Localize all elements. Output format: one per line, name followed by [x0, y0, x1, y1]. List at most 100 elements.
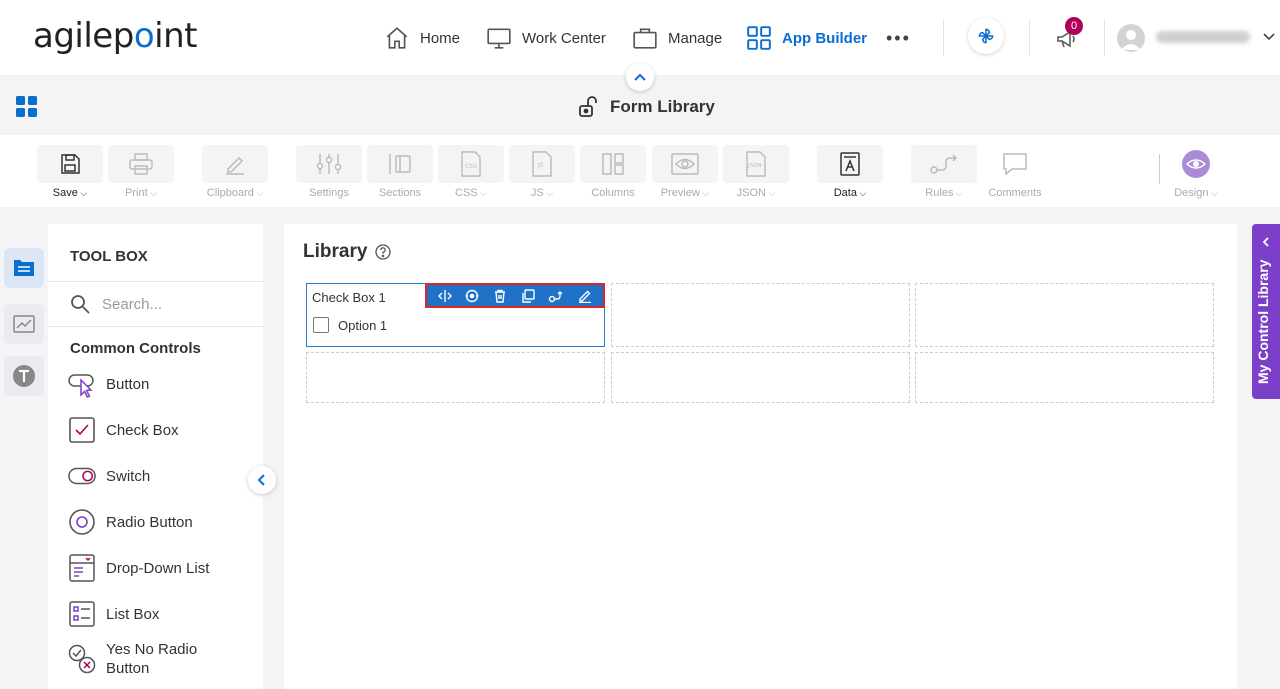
- nav-divider: [1104, 20, 1105, 56]
- rail-text-button[interactable]: [4, 356, 44, 396]
- ribbon-settings-button[interactable]: Settings: [296, 145, 362, 199]
- ribbon-print-button[interactable]: Print ⌵: [108, 145, 174, 199]
- edit-pencil-icon[interactable]: [578, 289, 592, 303]
- ribbon-rules-button[interactable]: Rules ⌵: [911, 145, 977, 199]
- preview-eye-icon: [671, 153, 699, 175]
- save-icon: [61, 154, 80, 174]
- ribbon-columns-button[interactable]: Columns: [580, 145, 646, 199]
- chevron-up-icon: [634, 73, 646, 81]
- js-file-icon: JS: [532, 151, 552, 177]
- toolbox-item-check-box[interactable]: Check Box: [68, 416, 179, 444]
- ribbon-comments-button[interactable]: Comments: [982, 145, 1048, 199]
- resize-horizontal-icon[interactable]: [437, 289, 452, 303]
- chevron-left-icon: [1262, 237, 1269, 247]
- toolbox-search-input[interactable]: Search...: [70, 294, 162, 314]
- button-cursor-icon: [68, 374, 94, 398]
- printer-icon: [129, 153, 153, 175]
- form-cell[interactable]: [915, 283, 1214, 347]
- form-cell[interactable]: [306, 352, 605, 403]
- columns-icon: [602, 153, 624, 175]
- dropdown-list-icon: [69, 554, 95, 582]
- nav-manage[interactable]: Manage: [632, 24, 722, 52]
- toggle-switch-icon: [68, 467, 96, 485]
- ribbon-data-button[interactable]: Data ⌵: [817, 145, 883, 199]
- ai-assistant-button[interactable]: [968, 18, 1004, 54]
- ribbon-design-button[interactable]: Design ⌵: [1163, 145, 1229, 199]
- more-menu-button[interactable]: •••: [886, 24, 911, 52]
- list-icon: [14, 260, 34, 276]
- form-cell[interactable]: [915, 352, 1214, 403]
- rail-toolbox-button[interactable]: [4, 248, 44, 288]
- search-icon: [71, 295, 90, 314]
- ribbon-json-button[interactable]: JSON JSON ⌵: [723, 145, 789, 199]
- chevron-left-icon: [257, 474, 265, 486]
- collapse-header-button[interactable]: [626, 63, 654, 91]
- svg-text:CSS: CSS: [465, 163, 477, 170]
- text-t-icon: [13, 365, 35, 387]
- link-rule-icon[interactable]: [548, 289, 564, 303]
- comment-icon: [1003, 153, 1027, 176]
- css-file-icon: CSS: [461, 151, 481, 177]
- svg-text:JS: JS: [537, 162, 544, 169]
- nav-divider: [1029, 20, 1030, 56]
- form-cell[interactable]: [611, 352, 910, 403]
- toolbox-item-yes-no-radio-button[interactable]: Yes No Radio Button: [68, 640, 206, 678]
- agilepoint-logo[interactable]: agilepoint: [33, 16, 197, 56]
- sections-icon: [389, 154, 411, 174]
- toolbox-item-switch[interactable]: Switch: [68, 462, 150, 490]
- ribbon-toolbar: Save ⌵ Print ⌵ Clipboard ⌵ Settings Sect…: [0, 135, 1280, 207]
- toolbox-item-list-box[interactable]: List Box: [68, 600, 159, 628]
- control-action-bar: [425, 283, 605, 308]
- checkbox-option[interactable]: Option 1: [313, 317, 387, 333]
- form-cell[interactable]: [611, 283, 910, 347]
- ribbon-clipboard-button[interactable]: Clipboard ⌵: [202, 145, 268, 199]
- rules-path-icon: [930, 154, 958, 174]
- avatar[interactable]: [1117, 24, 1145, 52]
- nav-app-builder[interactable]: App Builder: [746, 24, 867, 52]
- list-box-icon: [69, 601, 95, 627]
- home-icon: [386, 27, 408, 49]
- move-control-icon[interactable]: [465, 289, 479, 303]
- nav-divider: [943, 20, 944, 56]
- chart-trend-icon: [13, 315, 35, 333]
- ribbon-sections-button[interactable]: Sections: [367, 145, 433, 199]
- yes-no-radio-icon: [68, 644, 96, 674]
- json-file-icon: JSON: [746, 151, 766, 177]
- rail-analytics-button[interactable]: [4, 304, 44, 344]
- ribbon-divider: [1159, 154, 1160, 184]
- design-eye-icon: [1182, 150, 1210, 178]
- page-title: Form Library: [578, 95, 715, 119]
- checkbox-input[interactable]: [313, 317, 329, 333]
- my-control-library-label: My Control Library: [1255, 259, 1271, 384]
- ribbon-css-button[interactable]: CSS CSS ⌵: [438, 145, 504, 199]
- ribbon-save-button[interactable]: Save ⌵: [37, 145, 103, 199]
- checkbox-control-label: Check Box 1: [312, 290, 386, 305]
- toolbox-item-button[interactable]: Button: [68, 370, 149, 398]
- collapse-toolbox-button[interactable]: [248, 466, 276, 494]
- ribbon-js-button[interactable]: JS JS ⌵: [509, 145, 575, 199]
- toolbox-item-drop-down-list[interactable]: Drop-Down List: [68, 554, 209, 582]
- grid-icon: [747, 26, 771, 50]
- username-blurred[interactable]: [1156, 31, 1250, 43]
- briefcase-icon: [633, 28, 657, 49]
- chevron-down-icon[interactable]: [1262, 30, 1276, 44]
- unlock-icon[interactable]: [578, 95, 602, 119]
- duplicate-icon[interactable]: [521, 288, 535, 303]
- svg-text:JSON: JSON: [747, 163, 762, 169]
- sliders-icon: [316, 154, 342, 174]
- delete-icon[interactable]: [493, 289, 507, 303]
- nav-home[interactable]: Home: [384, 24, 460, 52]
- ribbon-preview-button[interactable]: Preview ⌵: [652, 145, 718, 199]
- my-control-library-tab[interactable]: My Control Library: [1252, 224, 1280, 399]
- data-form-icon: [840, 152, 860, 176]
- pencil-icon: [226, 156, 244, 175]
- common-controls-heading: Common Controls: [70, 340, 201, 357]
- toolbox-item-radio-button[interactable]: Radio Button: [68, 508, 193, 536]
- user-icon: [1121, 30, 1141, 50]
- apps-grid-icon[interactable]: [15, 95, 39, 119]
- nav-work-center[interactable]: Work Center: [486, 24, 606, 52]
- radio-button-icon: [69, 509, 95, 535]
- help-icon[interactable]: [375, 244, 392, 260]
- checkbox-icon: [69, 417, 95, 443]
- toolbox-title: TOOL BOX: [70, 248, 148, 265]
